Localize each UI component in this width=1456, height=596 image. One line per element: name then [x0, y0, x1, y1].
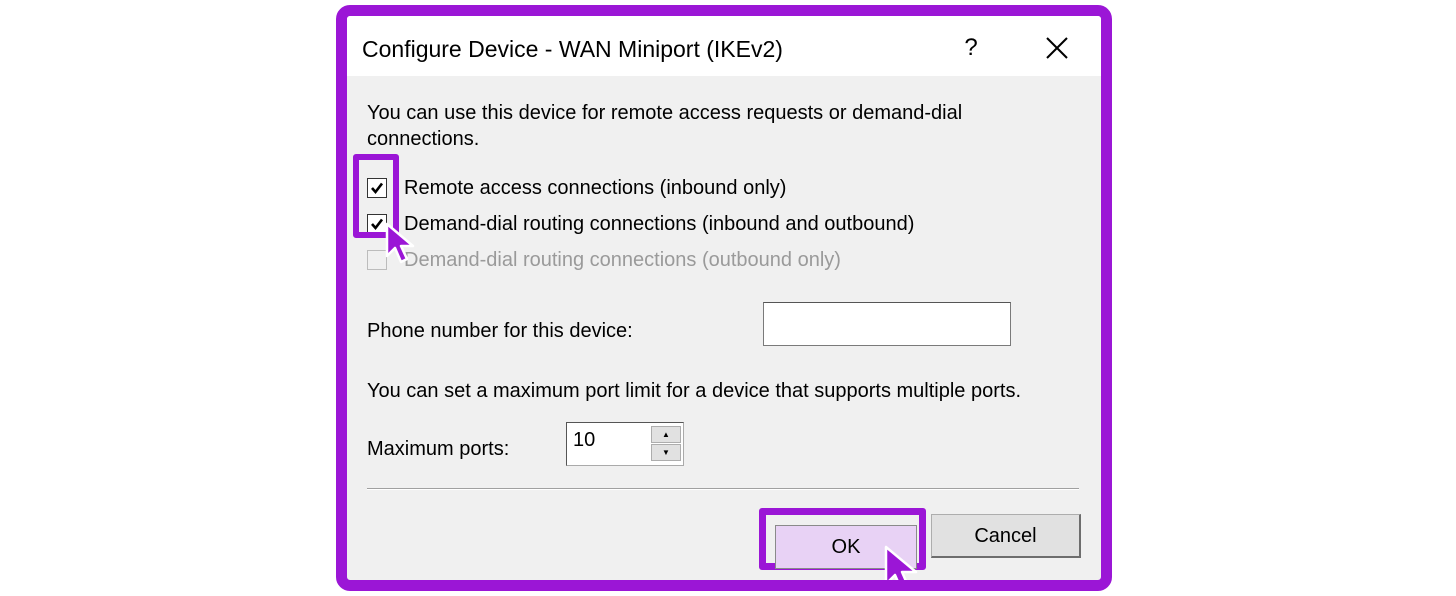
checkmark-icon	[371, 218, 384, 231]
arrow-up-icon: ▲	[662, 430, 670, 439]
divider	[367, 488, 1079, 490]
phone-number-label: Phone number for this device:	[367, 320, 633, 342]
maximum-ports-value[interactable]: 10	[573, 429, 595, 452]
arrow-down-icon: ▼	[662, 448, 670, 457]
checkbox-label: Demand-dial routing connections (outboun…	[404, 249, 841, 271]
checkbox-box[interactable]	[367, 214, 387, 234]
maximum-ports-stepper[interactable]: 10 ▲ ▼	[566, 422, 684, 466]
spin-up-button[interactable]: ▲	[651, 426, 681, 443]
close-button[interactable]	[1039, 30, 1075, 66]
phone-number-input[interactable]	[763, 302, 1011, 346]
device-description: You can use this device for remote acces…	[367, 102, 963, 150]
dialog-title: Configure Device - WAN Miniport (IKEv2)	[362, 36, 783, 62]
checkbox-box[interactable]	[367, 178, 387, 198]
help-button[interactable]: ?	[951, 28, 991, 68]
checkbox-label: Demand-dial routing connections (inbound…	[404, 213, 915, 235]
configure-device-dialog: Configure Device - WAN Miniport (IKEv2) …	[336, 5, 1112, 591]
spin-down-button[interactable]: ▼	[651, 444, 681, 461]
title-bar: Configure Device - WAN Miniport (IKEv2) …	[347, 16, 1101, 76]
maximum-ports-label: Maximum ports:	[367, 438, 510, 460]
ok-button[interactable]: OK	[775, 525, 917, 569]
checkmark-icon	[371, 182, 384, 195]
cancel-button[interactable]: Cancel	[931, 514, 1081, 558]
port-limit-description: You can set a maximum port limit for a d…	[367, 380, 1021, 402]
checkbox-box	[367, 250, 387, 270]
stage: Configure Device - WAN Miniport (IKEv2) …	[0, 0, 1456, 596]
close-icon	[1046, 37, 1068, 59]
checkbox-label: Remote access connections (inbound only)	[404, 177, 787, 199]
